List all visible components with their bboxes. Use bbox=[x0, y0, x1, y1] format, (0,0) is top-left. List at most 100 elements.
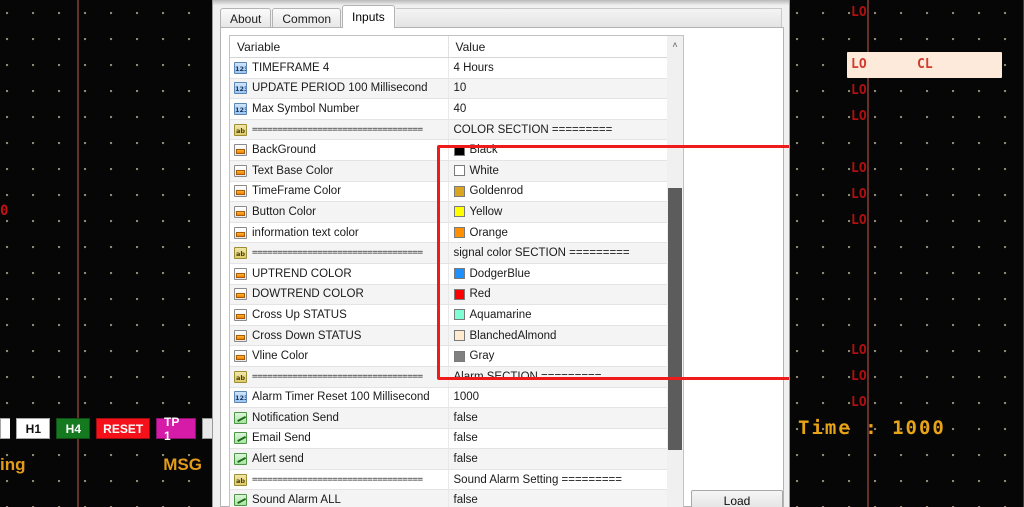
table-cell-value[interactable]: false bbox=[448, 489, 667, 507]
bool-icon bbox=[234, 453, 247, 466]
table-cell-variable: Alert send bbox=[230, 448, 449, 470]
table-cell-value[interactable]: Aquamarine bbox=[448, 304, 667, 326]
table-row[interactable]: ab ================================== Alar… bbox=[230, 366, 667, 388]
value-text: 10 bbox=[453, 82, 467, 95]
inputs-scrollbar[interactable]: ˄ bbox=[667, 35, 684, 507]
scroll-up-arrow-icon[interactable]: ˄ bbox=[667, 36, 683, 53]
signal-label-text: LO bbox=[851, 343, 867, 358]
color-swatch bbox=[453, 350, 465, 362]
table-cell-value[interactable]: false bbox=[448, 407, 667, 429]
table-cell-value[interactable]: Sound Alarm Setting ========= bbox=[448, 469, 667, 491]
table-row[interactable]: Notification Send false bbox=[230, 407, 667, 429]
tab-about[interactable]: About bbox=[220, 8, 272, 28]
value-text: Aquamarine bbox=[469, 308, 532, 321]
table-cell-variable: BackGround bbox=[230, 139, 449, 161]
signal-label-text: LO bbox=[851, 161, 867, 176]
table-cell-variable: DOWTREND COLOR bbox=[230, 284, 449, 306]
signal-label: LO bbox=[847, 0, 1017, 26]
signal-label-text: LO bbox=[851, 83, 867, 98]
table-cell-value[interactable]: 10 bbox=[448, 78, 667, 100]
table-cell-variable: UPTREND COLOR bbox=[230, 263, 449, 285]
table-row[interactable]: Alert send false bbox=[230, 448, 667, 470]
table-row[interactable]: information text color Orange bbox=[230, 222, 667, 244]
table-row[interactable]: Button Color Yellow bbox=[230, 201, 667, 223]
table-row[interactable]: Cross Up STATUS Aquamarine bbox=[230, 304, 667, 326]
table-cell-value[interactable]: Gray bbox=[448, 345, 667, 367]
table-cell-variable: Cross Down STATUS bbox=[230, 325, 449, 347]
signal-label-text: LO bbox=[851, 369, 867, 384]
table-cell-value[interactable]: false bbox=[448, 428, 667, 450]
scrollbar-thumb[interactable] bbox=[668, 188, 682, 450]
string-icon: ab bbox=[234, 123, 247, 136]
table-cell-value[interactable]: DodgerBlue bbox=[448, 263, 667, 285]
table-row[interactable]: 123 Alarm Timer Reset 100 Millisecond 1000 bbox=[230, 387, 667, 409]
table-cell-value[interactable]: Alarm SECTION ========= bbox=[448, 366, 667, 388]
table-cell-value[interactable]: Goldenrod bbox=[448, 181, 667, 203]
table-row[interactable]: Text Base Color White bbox=[230, 160, 667, 182]
table-cell-variable: ab ================================== bbox=[230, 242, 449, 264]
signal-label-secondary: CL bbox=[917, 57, 933, 72]
table-row[interactable]: UPTREND COLOR DodgerBlue bbox=[230, 263, 667, 285]
table-cell-variable: ab ================================== bbox=[230, 469, 449, 491]
table-row[interactable]: ab ================================== sign… bbox=[230, 242, 667, 264]
value-text: false bbox=[453, 411, 478, 424]
table-row[interactable]: BackGround Black bbox=[230, 139, 667, 161]
table-cell-value[interactable]: 40 bbox=[448, 98, 667, 120]
timeframe-button-h1[interactable]: H1 bbox=[16, 418, 51, 439]
signal-label-text: LO bbox=[851, 395, 867, 410]
tab-inputs[interactable]: Inputs bbox=[342, 5, 395, 28]
table-cell-value[interactable]: White bbox=[448, 160, 667, 182]
table-cell-value[interactable]: false bbox=[448, 448, 667, 470]
table-cell-value[interactable]: 4 Hours bbox=[448, 57, 667, 79]
timeframe-button-m5[interactable]: 5 bbox=[0, 418, 11, 439]
table-cell-value[interactable]: COLOR SECTION ========= bbox=[448, 119, 667, 141]
table-cell-value[interactable]: Red bbox=[448, 284, 667, 306]
table-row[interactable]: ab ================================== Soun… bbox=[230, 469, 667, 491]
signal-label: LO bbox=[847, 182, 1017, 208]
value-text: 4 Hours bbox=[453, 61, 494, 74]
take-profit-button[interactable]: TP 1 bbox=[156, 415, 196, 443]
time-readout: Time : 1000 bbox=[798, 417, 946, 439]
timeframe-button-clipped-wrap[interactable]: 5 bbox=[0, 418, 11, 439]
table-row[interactable]: DOWTREND COLOR Red bbox=[230, 284, 667, 306]
timeframe-button-h4[interactable]: H4 bbox=[56, 418, 91, 439]
timeframe-button-next-clipped[interactable] bbox=[201, 418, 212, 439]
table-row[interactable]: 123 TIMEFRAME 4 4 Hours bbox=[230, 57, 667, 79]
table-row[interactable]: Sound Alarm ALL false bbox=[230, 489, 667, 507]
table-cell-variable: 123 TIMEFRAME 4 bbox=[230, 57, 449, 79]
variable-name: DOWTREND COLOR bbox=[252, 288, 364, 301]
value-text: 1000 bbox=[453, 391, 480, 404]
table-cell-value[interactable]: Black bbox=[448, 139, 667, 161]
tab-common[interactable]: Common bbox=[272, 8, 342, 28]
table-cell-value[interactable]: signal color SECTION ========= bbox=[448, 242, 667, 264]
signal-label bbox=[847, 312, 1017, 338]
table-row[interactable]: 123 UPDATE PERIOD 100 Millisecond 10 bbox=[230, 78, 667, 100]
dialog-tabstrip: About Common Inputs bbox=[220, 5, 782, 28]
color-swatch bbox=[453, 185, 465, 197]
dialog-side-buttons: Load bbox=[691, 490, 783, 507]
table-cell-value[interactable]: BlanchedAlmond bbox=[448, 325, 667, 347]
bool-icon bbox=[234, 494, 247, 507]
load-button[interactable]: Load bbox=[691, 490, 783, 507]
color-swatch bbox=[453, 288, 465, 300]
table-row[interactable]: Email Send false bbox=[230, 428, 667, 450]
timeframe-button-partial[interactable] bbox=[201, 418, 212, 439]
value-text: signal color SECTION ========= bbox=[453, 247, 630, 260]
table-cell-value[interactable]: Yellow bbox=[448, 201, 667, 223]
table-cell-value[interactable]: 1000 bbox=[448, 387, 667, 409]
table-cell-variable: Sound Alarm ALL bbox=[230, 489, 449, 507]
table-row[interactable]: TimeFrame Color Goldenrod bbox=[230, 181, 667, 203]
bool-icon bbox=[234, 411, 247, 424]
signal-label-text: LO bbox=[851, 187, 867, 202]
color-icon bbox=[234, 288, 247, 301]
reset-button[interactable]: RESET bbox=[96, 418, 150, 439]
table-row[interactable]: 123 Max Symbol Number 40 bbox=[230, 98, 667, 120]
table-row[interactable]: ab ================================== COLO… bbox=[230, 119, 667, 141]
color-icon bbox=[234, 164, 247, 177]
table-row[interactable]: Cross Down STATUS BlanchedAlmond bbox=[230, 325, 667, 347]
variable-name: Max Symbol Number bbox=[252, 102, 360, 115]
table-cell-value[interactable]: Orange bbox=[448, 222, 667, 244]
color-icon bbox=[234, 350, 247, 363]
table-row[interactable]: Vline Color Gray bbox=[230, 345, 667, 367]
variable-name: Cross Up STATUS bbox=[252, 308, 347, 321]
